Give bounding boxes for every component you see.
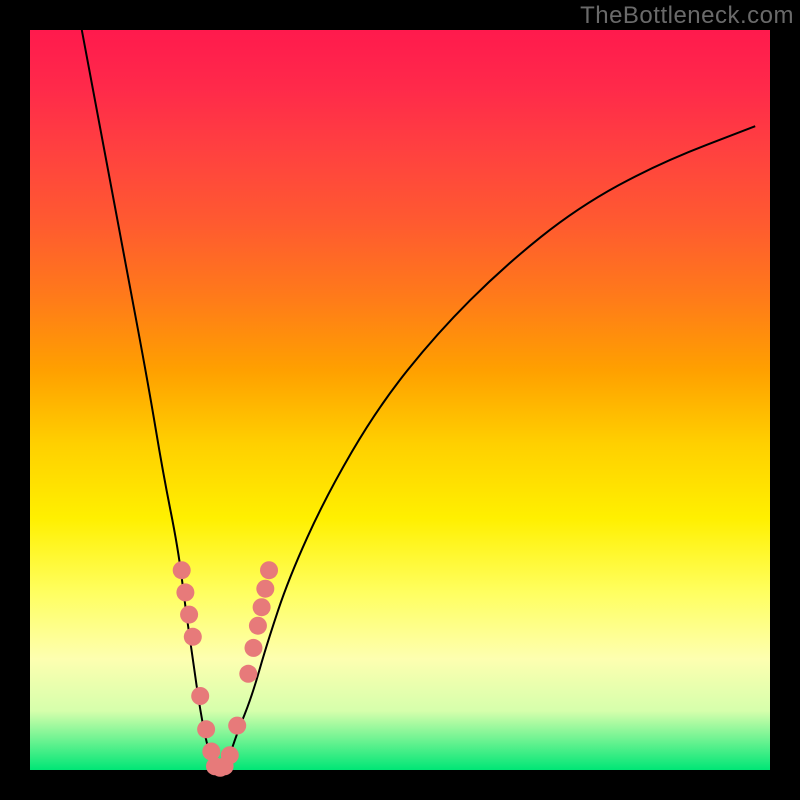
sample-point bbox=[253, 598, 271, 616]
sample-point bbox=[173, 561, 191, 579]
sample-point bbox=[260, 561, 278, 579]
sample-point bbox=[228, 717, 246, 735]
sample-point bbox=[184, 628, 202, 646]
watermark-text: TheBottleneck.com bbox=[580, 2, 794, 30]
sample-point bbox=[256, 580, 274, 598]
sample-points bbox=[173, 561, 278, 777]
sample-point bbox=[176, 583, 194, 601]
sample-point bbox=[197, 720, 215, 738]
chart-frame: TheBottleneck.com bbox=[0, 0, 800, 800]
sample-point bbox=[221, 746, 239, 764]
bottleneck-curve bbox=[82, 30, 755, 770]
sample-point bbox=[249, 617, 267, 635]
sample-point bbox=[180, 606, 198, 624]
curve-layer bbox=[30, 30, 770, 770]
sample-point bbox=[191, 687, 209, 705]
sample-point bbox=[239, 665, 257, 683]
sample-point bbox=[244, 639, 262, 657]
